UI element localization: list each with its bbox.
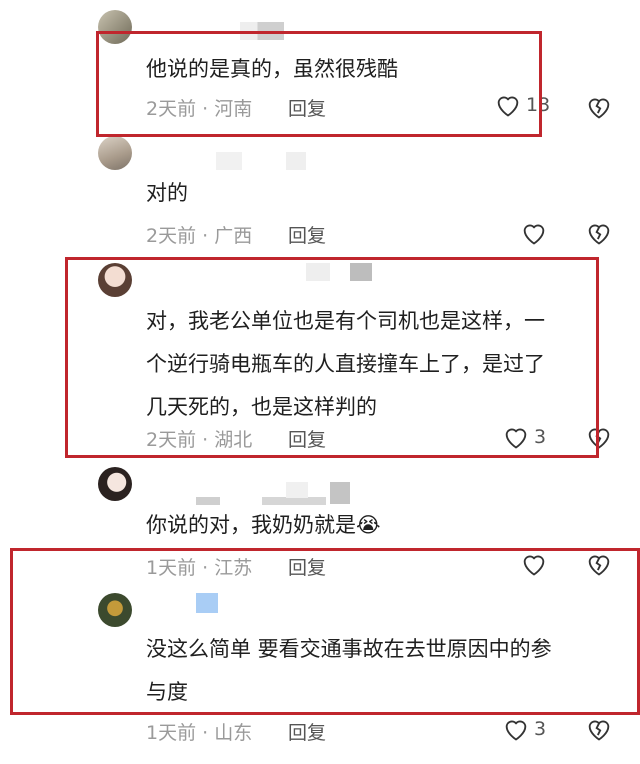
username-redacted: [286, 152, 306, 170]
comment-text: 对的: [146, 181, 188, 205]
dislike-button[interactable]: [585, 716, 613, 742]
reply-button[interactable]: 回复: [288, 718, 326, 745]
username-redacted: [330, 482, 350, 504]
heart-outline-icon: [520, 220, 548, 246]
comment-meta: 2天前 · 广西: [146, 225, 253, 247]
dislike-button[interactable]: [585, 94, 613, 120]
username-redacted: [286, 482, 308, 498]
like-count: 3: [534, 718, 547, 740]
broken-heart-outline-icon: [585, 94, 613, 120]
avatar[interactable]: [98, 136, 132, 170]
avatar[interactable]: [98, 467, 132, 501]
highlight-box: [10, 548, 640, 715]
broken-heart-outline-icon: [585, 220, 613, 246]
like-button[interactable]: [520, 220, 552, 246]
highlight-box: [65, 257, 599, 458]
broken-heart-outline-icon: [585, 716, 613, 742]
username-redacted: [216, 152, 242, 170]
highlight-box: [96, 31, 542, 137]
reply-button[interactable]: 回复: [288, 221, 326, 248]
dislike-button[interactable]: [585, 220, 613, 246]
comment-text: 你说的对，我奶奶就是😭: [146, 513, 381, 537]
comment-meta: 1天前 · 山东: [146, 722, 253, 744]
heart-outline-icon: [502, 716, 530, 742]
like-button[interactable]: 3: [502, 716, 546, 742]
